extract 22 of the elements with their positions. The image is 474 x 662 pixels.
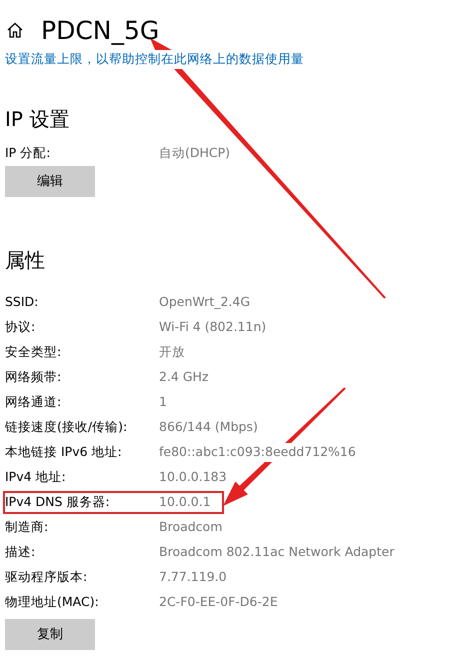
data-limit-link[interactable]: 设置流量上限，以帮助控制在此网络上的数据使用量	[5, 50, 304, 69]
property-label: 网络频带:	[5, 368, 62, 386]
property-label: SSID:	[5, 293, 40, 312]
edit-button[interactable]: 编辑	[5, 166, 95, 198]
property-label: 描述:	[5, 543, 36, 562]
property-label: 安全类型:	[5, 343, 62, 362]
section-heading: IP 设置	[5, 108, 70, 129]
property-label: 协议:	[5, 318, 36, 336]
property-label: 本地链接 IPv6 地址:	[5, 443, 123, 462]
property-label: IPv4 DNS 服务器:	[5, 493, 111, 512]
property-label: 驱动程序版本:	[5, 568, 88, 586]
home-icon[interactable]	[7, 22, 23, 38]
property-label: 链接速度(接收/传输):	[5, 418, 128, 436]
property-value: fe80::abc1:c093:8eedd712%16	[159, 443, 356, 462]
section-heading: 属性	[5, 250, 46, 270]
copy-button[interactable]: 复制	[5, 619, 95, 650]
property-label: 物理地址(MAC):	[5, 593, 100, 612]
property-label: IPv4 地址:	[5, 468, 67, 486]
network-title: PDCN_5G	[41, 18, 160, 42]
property-label: IP 分配:	[5, 144, 52, 162]
property-label: 网络通道:	[5, 393, 62, 412]
property-label: 制造商:	[5, 518, 50, 536]
